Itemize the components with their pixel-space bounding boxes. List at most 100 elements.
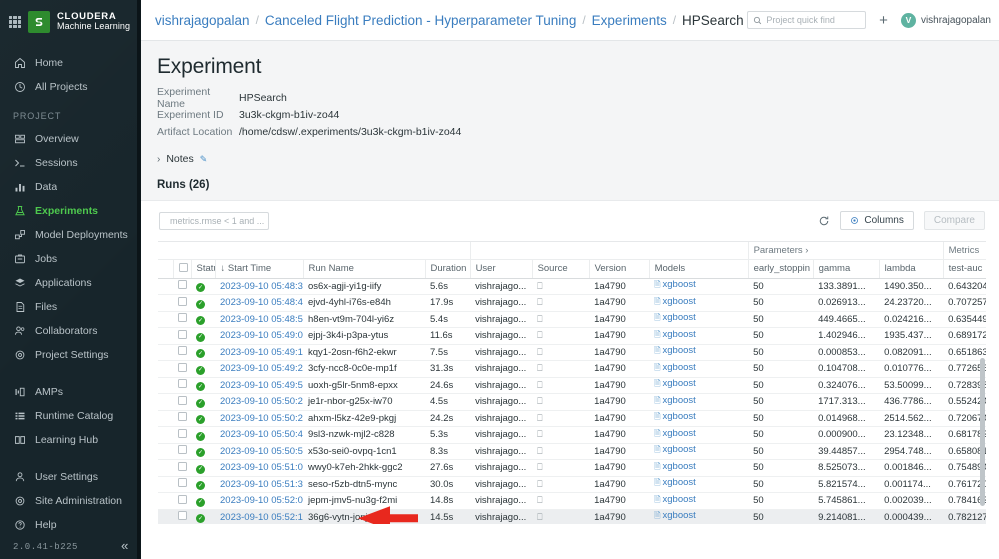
row-checkbox[interactable]: [178, 313, 187, 323]
row-checkbox-cell[interactable]: [173, 327, 191, 345]
table-row[interactable]: ✓ 2023-09-10 05:50:54 x53o-sei0-ovpq-1cn1 8…: [158, 443, 986, 460]
row-checkbox-cell[interactable]: [173, 393, 191, 411]
user-menu[interactable]: V vishrajagopalan: [900, 12, 991, 28]
sidebar-item-all-projects[interactable]: All Projects: [0, 75, 140, 99]
refresh-icon[interactable]: [818, 215, 830, 227]
sidebar-item-overview[interactable]: Overview: [0, 127, 140, 151]
row-run-name[interactable]: os6x-agji-yi1g-iify: [303, 278, 425, 295]
row-run-name[interactable]: x53o-sei0-ovpq-1cn1: [303, 443, 425, 460]
table-row[interactable]: ✓ 2023-09-10 05:52:15 36g6-vytn-jonj-7c9c 1…: [158, 509, 986, 524]
row-model[interactable]: 🗎 xgboost: [649, 344, 749, 361]
compare-button[interactable]: Compare: [923, 211, 985, 230]
sidebar-item-collaborators[interactable]: Collaborators: [0, 319, 140, 343]
model-link[interactable]: xgboost: [663, 444, 696, 455]
breadcrumb-item-experiments[interactable]: Experiments: [592, 13, 667, 28]
sidebar-item-amps[interactable]: AMPs: [0, 380, 140, 404]
sidebar-item-experiments[interactable]: Experiments: [0, 199, 140, 223]
table-row[interactable]: ✓ 2023-09-10 05:49:55 uoxh-g5lr-5nm8-epxx 2…: [158, 377, 986, 394]
sidebar-item-project-settings[interactable]: Project Settings: [0, 343, 140, 367]
model-link[interactable]: xgboost: [663, 345, 696, 356]
model-link[interactable]: xgboost: [663, 279, 696, 290]
row-run-name[interactable]: ahxm-l5kz-42e9-pkgj: [303, 410, 425, 427]
sidebar-item-applications[interactable]: Applications: [0, 271, 140, 295]
row-model[interactable]: 🗎 xgboost: [649, 476, 749, 493]
row-checkbox[interactable]: [178, 494, 187, 504]
row-checkbox-cell[interactable]: [173, 377, 191, 394]
row-model[interactable]: 🗎 xgboost: [649, 443, 749, 460]
row-model[interactable]: 🗎 xgboost: [649, 311, 749, 328]
table-row[interactable]: ✓ 2023-09-10 05:49:05 ejpj-3k4i-p3pa-ytus 1…: [158, 327, 986, 345]
row-checkbox-cell[interactable]: [173, 492, 191, 510]
edit-pencil-icon[interactable]: ✎: [200, 154, 208, 165]
col-duration[interactable]: Duration: [425, 259, 471, 279]
row-checkbox-cell[interactable]: [173, 459, 191, 477]
row-checkbox[interactable]: [178, 362, 187, 372]
col-select-all[interactable]: [173, 259, 192, 279]
sidebar-item-learning-hub[interactable]: Learning Hub: [0, 428, 140, 452]
row-model[interactable]: 🗎 xgboost: [649, 360, 749, 378]
table-row[interactable]: ✓ 2023-09-10 05:52:00 jepm-jmv5-nu3g-f2mi 1…: [158, 492, 986, 510]
row-checkbox-cell[interactable]: [173, 311, 191, 328]
collapse-sidebar-button[interactable]: «: [121, 540, 129, 553]
row-model[interactable]: 🗎 xgboost: [649, 294, 749, 312]
col-user[interactable]: User: [470, 259, 533, 279]
group-header-metrics[interactable]: Metrics: [943, 242, 986, 260]
col-lambda[interactable]: lambda: [879, 259, 944, 279]
row-start-time[interactable]: 2023-09-10 05:51:30: [215, 476, 303, 493]
row-run-name[interactable]: ejpj-3k4i-p3pa-ytus: [303, 327, 425, 345]
row-start-time[interactable]: 2023-09-10 05:48:41: [215, 294, 303, 312]
table-row[interactable]: ✓ 2023-09-10 05:49:24 3cfy-ncc8-0c0e-mp1f 3…: [158, 360, 986, 378]
row-start-time[interactable]: 2023-09-10 05:49:24: [215, 360, 303, 378]
sidebar-item-model-deployments[interactable]: Model Deployments: [0, 223, 140, 247]
row-run-name[interactable]: ejvd-4yhl-i76s-e84h: [303, 294, 425, 312]
group-header-parameters[interactable]: Parameters ›: [748, 242, 944, 260]
sidebar-item-files[interactable]: Files: [0, 295, 140, 319]
row-run-name[interactable]: wwy0-k7eh-2hkk-ggc2: [303, 459, 425, 477]
row-checkbox[interactable]: [178, 280, 187, 290]
model-link[interactable]: xgboost: [663, 411, 696, 422]
col-source[interactable]: Source: [532, 259, 590, 279]
row-run-name[interactable]: h8en-vt9m-704l-yi6z: [303, 311, 425, 328]
row-checkbox-cell[interactable]: [173, 410, 191, 427]
row-checkbox[interactable]: [178, 395, 187, 405]
row-start-time[interactable]: 2023-09-10 05:51:03: [215, 459, 303, 477]
table-vertical-scrollbar[interactable]: [980, 358, 985, 506]
col-start-time[interactable]: ↓ Start Time: [215, 259, 304, 279]
table-row[interactable]: ✓ 2023-09-10 05:48:41 ejvd-4yhl-i76s-e84h 1…: [158, 294, 986, 312]
row-model[interactable]: 🗎 xgboost: [649, 377, 749, 394]
row-run-name[interactable]: uoxh-g5lr-5nm8-epxx: [303, 377, 425, 394]
row-checkbox-cell[interactable]: [173, 344, 191, 361]
row-checkbox[interactable]: [178, 329, 187, 339]
sidebar-item-data[interactable]: Data: [0, 175, 140, 199]
row-run-name[interactable]: kqy1-2osn-f6h2-ekwr: [303, 344, 425, 361]
row-checkbox[interactable]: [178, 478, 187, 488]
row-start-time[interactable]: 2023-09-10 05:50:54: [215, 443, 303, 460]
table-row[interactable]: ✓ 2023-09-10 05:50:24 ahxm-l5kz-42e9-pkgj 2…: [158, 410, 986, 427]
row-checkbox[interactable]: [178, 412, 187, 422]
row-checkbox[interactable]: [178, 428, 187, 438]
row-start-time[interactable]: 2023-09-10 05:50:49: [215, 426, 303, 444]
row-checkbox-cell[interactable]: [173, 278, 191, 295]
table-row[interactable]: ✓ 2023-09-10 05:51:03 wwy0-k7eh-2hkk-ggc2 2…: [158, 459, 986, 477]
quick-find-input[interactable]: Project quick find: [747, 11, 867, 29]
notes-toggle[interactable]: › Notes ✎: [141, 140, 999, 165]
table-row[interactable]: ✓ 2023-09-10 05:50:49 9sl3-nzwk-mjl2-c828 5…: [158, 426, 986, 444]
sidebar-item-runtime-catalog[interactable]: Runtime Catalog: [0, 404, 140, 428]
row-checkbox[interactable]: [178, 296, 187, 306]
model-link[interactable]: xgboost: [663, 494, 696, 505]
row-run-name[interactable]: 9sl3-nzwk-mjl2-c828: [303, 426, 425, 444]
model-link[interactable]: xgboost: [663, 296, 696, 307]
sidebar-item-site-administration[interactable]: Site Administration: [0, 489, 140, 513]
sidebar-item-home[interactable]: Home: [0, 51, 140, 75]
col-test-auc[interactable]: test-auc: [943, 259, 986, 279]
brand-logo[interactable]: CLOUDERA Machine Learning: [0, 0, 140, 45]
app-switcher-icon[interactable]: [9, 16, 21, 28]
row-run-name[interactable]: jepm-jmv5-nu3g-f2mi: [303, 492, 425, 510]
row-start-time[interactable]: 2023-09-10 05:49:05: [215, 327, 303, 345]
row-checkbox[interactable]: [178, 461, 187, 471]
sidebar-item-help[interactable]: Help: [0, 513, 140, 537]
col-status[interactable]: Statu: [191, 259, 216, 279]
col-early-stopping[interactable]: early_stoppin: [748, 259, 814, 279]
table-row[interactable]: ✓ 2023-09-10 05:48:35 os6x-agji-yi1g-iify 5…: [158, 278, 986, 295]
row-start-time[interactable]: 2023-09-10 05:50:24: [215, 410, 303, 427]
